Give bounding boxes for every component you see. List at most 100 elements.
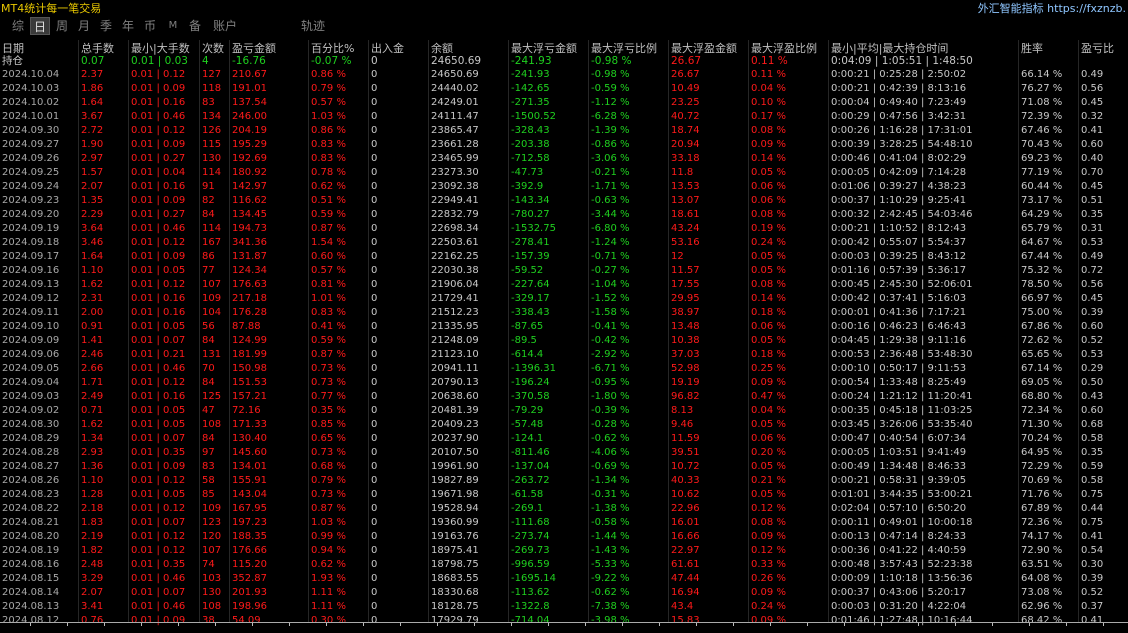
- cell-win-rate: 74.17 %: [1021, 531, 1063, 542]
- cell-min-max-lots: 0.01 | 0.12: [131, 503, 186, 514]
- axis-tick: [696, 623, 697, 626]
- cell-balance: 18683.55: [431, 573, 479, 584]
- cell-win-rate: 70.43 %: [1021, 139, 1063, 150]
- cell-deposit: 0: [371, 349, 378, 360]
- cell-percent: 1.11 %: [311, 601, 346, 612]
- table-row: 2024.10.02 1.64 0.01 | 0.16 83 137.54 0.57 % 0…: [0, 96, 1128, 110]
- cell-balance: 20237.90: [431, 433, 479, 444]
- cell-pnl: 167.95: [232, 503, 267, 514]
- cell-deposit: 0: [371, 181, 378, 192]
- cell-balance: 18975.41: [431, 545, 479, 556]
- cell-pnl: 150.98: [232, 363, 267, 374]
- cell-max-float-profit: 39.51: [671, 447, 700, 458]
- cell-max-float-profit: 20.94: [671, 139, 700, 150]
- cell-deposit: 0: [371, 335, 378, 346]
- holding-min-max-lots: 0.01 | 0.03: [131, 55, 188, 67]
- cell-win-rate: 76.27 %: [1021, 83, 1063, 94]
- cell-min-max-lots: 0.01 | 0.09: [131, 83, 186, 94]
- cell-max-float-loss: -137.04: [511, 461, 550, 472]
- cell-pnl: 116.62: [232, 195, 267, 206]
- holding-deposit: 0: [371, 55, 378, 67]
- holding-count: 4: [202, 55, 209, 67]
- cell-max-float-profit: 16.01: [671, 517, 700, 528]
- cell-max-float-profit: 26.67: [671, 69, 700, 80]
- cell-max-float-loss-pct: -1.12 %: [591, 97, 630, 108]
- cell-pnl: 197.23: [232, 517, 267, 528]
- cell-pnl: 134.01: [232, 461, 267, 472]
- tab-year[interactable]: 年: [118, 17, 138, 35]
- cell-max-float-loss-pct: -0.59 %: [591, 83, 630, 94]
- cell-pnl: 176.63: [232, 279, 267, 290]
- tab-currency[interactable]: 币: [140, 17, 160, 35]
- axis-tick: [363, 623, 364, 626]
- cell-hold-time: 0:00:13 | 0:47:14 | 8:24:33: [831, 531, 967, 542]
- cell-total-lots: 2.48: [81, 559, 104, 570]
- cell-total-lots: 1.57: [81, 167, 104, 178]
- table-row: 2024.09.25 1.57 0.01 | 0.04 114 180.92 0.78 %…: [0, 166, 1128, 180]
- cell-percent: 0.83 %: [311, 139, 346, 150]
- indicator-title[interactable]: 外汇智能指标 https://fxznzb.: [978, 0, 1126, 16]
- cell-date: 2024.08.15: [2, 573, 60, 584]
- tab-account[interactable]: 账户: [208, 17, 242, 35]
- cell-count: 167: [202, 237, 222, 248]
- cell-percent: 1.54 %: [311, 237, 346, 248]
- cell-max-float-profit-pct: 0.14 %: [751, 153, 786, 164]
- axis-tick: [474, 623, 475, 626]
- tab-note[interactable]: 备: [185, 17, 205, 35]
- cell-balance: 23661.28: [431, 139, 479, 150]
- cell-deposit: 0: [371, 69, 378, 80]
- tab-month[interactable]: 月: [74, 17, 94, 35]
- top-bar: MT4统计每一笔交易 外汇智能指标 https://fxznzb.: [0, 0, 1128, 16]
- cell-percent: 0.83 %: [311, 153, 346, 164]
- cell-total-lots: 0.91: [81, 321, 104, 332]
- cell-balance: 22503.61: [431, 237, 479, 248]
- cell-max-float-loss-pct: -5.33 %: [591, 559, 630, 570]
- cell-max-float-profit-pct: 0.05 %: [751, 461, 786, 472]
- cell-max-float-profit: 10.49: [671, 83, 700, 94]
- cell-hold-time: 0:02:04 | 0:57:10 | 6:50:20: [831, 503, 967, 514]
- cell-pnl: 87.88: [232, 321, 261, 332]
- tab-day[interactable]: 日: [30, 17, 50, 35]
- table-row: 2024.09.09 1.41 0.01 | 0.07 84 124.99 0.59 % 0…: [0, 334, 1128, 348]
- cell-count: 97: [202, 447, 215, 458]
- cell-max-float-loss-pct: -9.22 %: [591, 573, 630, 584]
- cell-max-float-loss-pct: -3.44 %: [591, 209, 630, 220]
- table-row: 2024.10.01 3.67 0.01 | 0.46 134 246.00 1.03 %…: [0, 110, 1128, 124]
- cell-max-float-loss-pct: -1.44 %: [591, 531, 630, 542]
- cell-pl-ratio: 0.56: [1081, 83, 1104, 94]
- holding-label: 持仓: [2, 55, 23, 67]
- cell-pl-ratio: 0.52: [1081, 587, 1104, 598]
- cell-max-float-profit: 18.61: [671, 209, 700, 220]
- table-header: 日期 总手数 最小|大手数 次数 盈亏金额 百分比% 出入金 余额 最大浮亏金额…: [0, 40, 1128, 55]
- cell-max-float-loss: -87.65: [511, 321, 544, 332]
- cell-max-float-loss: -269.73: [511, 545, 550, 556]
- tab-week[interactable]: 周: [52, 17, 72, 35]
- cell-hold-time: 0:00:01 | 0:41:36 | 7:17:21: [831, 307, 967, 318]
- tab-summary[interactable]: 综: [8, 17, 28, 35]
- cell-min-max-lots: 0.01 | 0.12: [131, 545, 186, 556]
- cell-win-rate: 71.76 %: [1021, 489, 1063, 500]
- cell-max-float-profit: 11.59: [671, 433, 700, 444]
- cell-hold-time: 0:00:21 | 0:25:28 | 2:50:02: [831, 69, 967, 80]
- cell-win-rate: 60.44 %: [1021, 181, 1063, 192]
- cell-count: 84: [202, 335, 215, 346]
- cell-max-float-profit-pct: 0.11 %: [751, 69, 786, 80]
- cell-max-float-loss-pct: -6.71 %: [591, 363, 630, 374]
- table-row: 2024.09.05 2.66 0.01 | 0.46 70 150.98 0.73 % 0…: [0, 362, 1128, 376]
- cell-count: 58: [202, 475, 215, 486]
- cell-date: 2024.08.27: [2, 461, 60, 472]
- cell-count: 130: [202, 153, 222, 164]
- tab-quarter[interactable]: 季: [96, 17, 116, 35]
- tab-track[interactable]: 轨迹: [296, 17, 330, 35]
- cell-max-float-profit: 96.82: [671, 391, 700, 402]
- cell-max-float-loss: -241.93: [511, 69, 550, 80]
- cell-min-max-lots: 0.01 | 0.21: [131, 349, 186, 360]
- cell-count: 108: [202, 419, 222, 430]
- cell-pl-ratio: 0.60: [1081, 405, 1104, 416]
- cell-hold-time: 0:00:11 | 0:49:01 | 10:00:18: [831, 517, 973, 528]
- tab-magic[interactable]: M: [163, 17, 183, 35]
- axis-tick: [770, 623, 771, 626]
- cell-count: 109: [202, 293, 222, 304]
- axis-tick: [918, 623, 919, 626]
- cell-deposit: 0: [371, 125, 378, 136]
